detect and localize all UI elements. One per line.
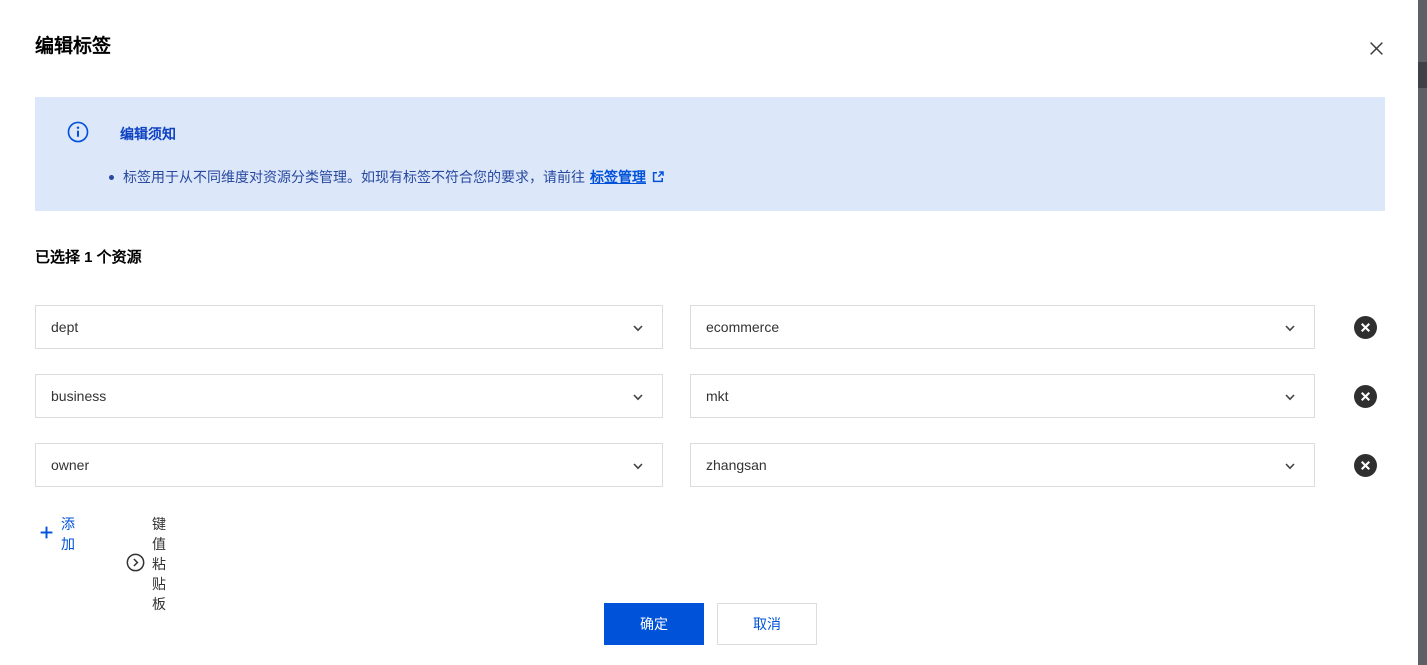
tag-key-value: business [51,388,107,404]
tag-key-select[interactable]: business [35,374,663,418]
paste-board-label: 键值粘贴板 [152,516,166,612]
info-circle-icon [67,121,89,143]
tag-value-select[interactable]: ecommerce [690,305,1315,349]
tag-value-value: mkt [706,388,729,404]
edit-tags-dialog: 编辑标签 编辑须知 标签用于从不同维度对资源分类管理。如现有标签不符合您的要求，… [0,0,1427,665]
tag-key-value: dept [51,319,79,335]
chevron-down-icon [1282,320,1298,339]
dialog-title: 编辑标签 [35,36,112,57]
plus-icon [39,525,54,543]
cancel-button[interactable]: 取消 [717,603,817,645]
notice-heading: 编辑须知 [120,126,176,142]
circle-close-icon [1354,454,1377,480]
tag-value-select[interactable]: zhangsan [690,443,1315,487]
chevron-down-icon [1282,389,1298,408]
chevron-down-icon [630,389,646,408]
tag-management-link[interactable]: 标签管理 [590,167,646,187]
close-button[interactable] [1362,36,1390,64]
tag-key-select[interactable]: owner [35,443,663,487]
notice-text: 标签用于从不同维度对资源分类管理。如现有标签不符合您的要求，请前往 [123,169,585,185]
notice-banner: 编辑须知 标签用于从不同维度对资源分类管理。如现有标签不符合您的要求，请前往 标… [35,97,1385,211]
paste-board-button[interactable]: 键值粘贴板 [126,514,166,614]
external-link-icon [651,170,665,187]
add-tag-label: 添加 [61,516,75,552]
notice-bullet: 标签用于从不同维度对资源分类管理。如现有标签不符合您的要求，请前往 标签管理 [109,167,665,187]
remove-tag-button[interactable] [1354,385,1377,408]
tag-value-select[interactable]: mkt [690,374,1315,418]
scrollbar-thumb[interactable] [1418,62,1427,88]
chevron-down-icon [630,458,646,477]
confirm-button[interactable]: 确定 [604,603,704,645]
tag-key-value: owner [51,457,90,473]
tag-row: business mkt [0,374,1427,418]
chevron-down-icon [630,320,646,339]
close-icon [1368,40,1385,60]
tag-row: owner zhangsan [0,443,1427,487]
remove-tag-button[interactable] [1354,316,1377,339]
bullet-dot [109,174,114,180]
tag-key-select[interactable]: dept [35,305,663,349]
scrollbar[interactable] [1418,0,1427,665]
tag-value-value: ecommerce [706,319,780,335]
remove-tag-button[interactable] [1354,454,1377,477]
circle-close-icon [1354,316,1377,342]
circle-close-icon [1354,385,1377,411]
tag-value-value: zhangsan [706,457,767,473]
selection-summary: 已选择 1 个资源 [35,249,142,266]
chevron-right-circle-icon [126,553,145,575]
add-tag-button[interactable]: 添加 [39,514,75,554]
chevron-down-icon [1282,458,1298,477]
tag-row: dept ecommerce [0,305,1427,349]
